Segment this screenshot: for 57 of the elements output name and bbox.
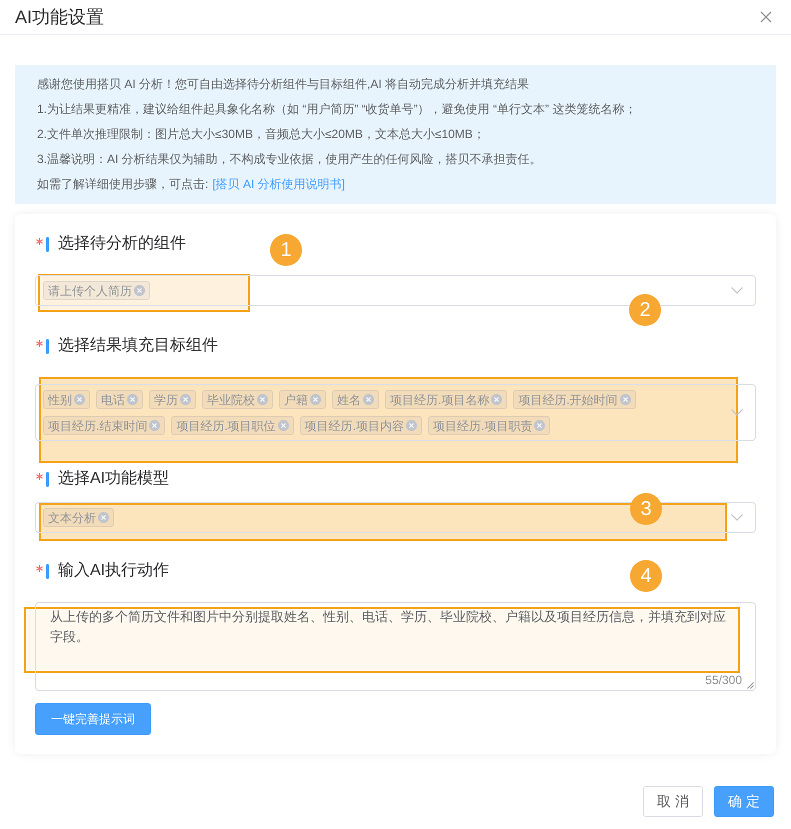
- tag-label: 文本分析: [48, 510, 96, 524]
- complete-prompt-button[interactable]: 一键完善提示词: [35, 703, 151, 735]
- tag-label: 项目经历.结束时间: [48, 418, 148, 432]
- notice-text: 感谢您使用搭贝 AI 分析！您可自由选择待分析组件与目标组件,AI 将自动完成分析并填充结果: [37, 76, 530, 93]
- tag-label: 性别: [48, 392, 72, 406]
- close-icon[interactable]: [760, 11, 772, 23]
- tag-label: 毕业院校: [207, 392, 255, 406]
- tag-label: 电话: [101, 392, 125, 406]
- tag-close-icon[interactable]: [180, 394, 191, 405]
- step-badge: 3: [630, 493, 662, 525]
- tag-close-icon[interactable]: [98, 512, 109, 523]
- tag-close-icon[interactable]: [74, 394, 85, 405]
- tag-close-icon[interactable]: [406, 420, 418, 431]
- accent-bar-icon: [46, 564, 49, 578]
- character-counter: 55/300: [705, 672, 742, 688]
- tag-label: 项目经历.项目职责: [433, 418, 532, 432]
- tag-label: 户籍: [284, 392, 308, 406]
- tag-close-icon[interactable]: [310, 394, 321, 405]
- tag-close-icon[interactable]: [491, 394, 502, 405]
- step-badge: 1: [270, 234, 302, 266]
- notice-text: 1.为让结果更精准，建议给组件起具象化名称（如 “用户简历” “收货单号”），避免使用 “单行文本” 这类笼统名称；: [37, 101, 638, 118]
- resize-grip-icon[interactable]: [747, 682, 754, 689]
- chevron-down-icon: [731, 287, 743, 294]
- notice-text: 2.文件单次推理限制：图片总大小≤30MB，音频总大小≤20MB，文本总大小≤10MB；: [37, 126, 486, 143]
- tag-close-icon[interactable]: [257, 394, 268, 405]
- tag-label: 姓名: [337, 392, 361, 406]
- tag-close-icon[interactable]: [534, 420, 546, 431]
- cancel-button[interactable]: 取 消: [643, 786, 704, 817]
- tag-label: 项目经历.项目名称: [390, 392, 490, 406]
- dialog-title: AI功能设置: [15, 6, 104, 28]
- step-badge: 2: [629, 294, 661, 326]
- chevron-down-icon: [731, 409, 743, 416]
- tag-close-icon[interactable]: [149, 420, 160, 431]
- field-label: 输入AI执行动作: [58, 560, 170, 581]
- accent-bar-icon: [46, 338, 49, 354]
- tag-close-icon[interactable]: [134, 285, 145, 296]
- tag-close-icon[interactable]: [127, 394, 138, 405]
- step-badge: 4: [630, 560, 662, 592]
- accent-bar-icon: [46, 236, 49, 252]
- tag-label: 请上传个人简历: [48, 284, 132, 298]
- tag-close-icon[interactable]: [620, 394, 631, 405]
- tag-close-icon[interactable]: [278, 420, 289, 431]
- select-field[interactable]: 性别 电话 学历 毕业院校 户籍 姓名 项目经历.项目名称 项目经历.开始时间 项目经历.结束时间 项目经历.项目职位 项目经历.项目内容 项目经历.项目职责: [35, 384, 756, 441]
- tag-close-icon[interactable]: [363, 394, 374, 405]
- tag-label: 项目经历.项目内容: [304, 418, 404, 432]
- field-label: 选择结果填充目标组件: [58, 336, 218, 356]
- field-label: 选择AI功能模型: [58, 468, 170, 489]
- manual-link[interactable]: [搭贝 AI 分析使用说明书]: [212, 177, 346, 191]
- confirm-button[interactable]: 确 定: [714, 786, 774, 817]
- notice-text: 如需了解详细使用步骤，可点击: [搭贝 AI 分析使用说明书]: [37, 176, 346, 193]
- notice-text: 3.温馨说明：AI 分析结果仅为辅助，不构成专业依据，使用产生的任何风险，搭贝不承担责任。: [37, 151, 543, 168]
- field-label: 选择待分析的组件: [58, 234, 186, 254]
- accent-bar-icon: [46, 472, 49, 486]
- tag-label: 项目经历.项目职位: [176, 418, 276, 432]
- tag-label: 项目经历.开始时间: [518, 392, 618, 406]
- tag-label: 学历: [154, 392, 178, 406]
- chevron-down-icon: [731, 514, 743, 521]
